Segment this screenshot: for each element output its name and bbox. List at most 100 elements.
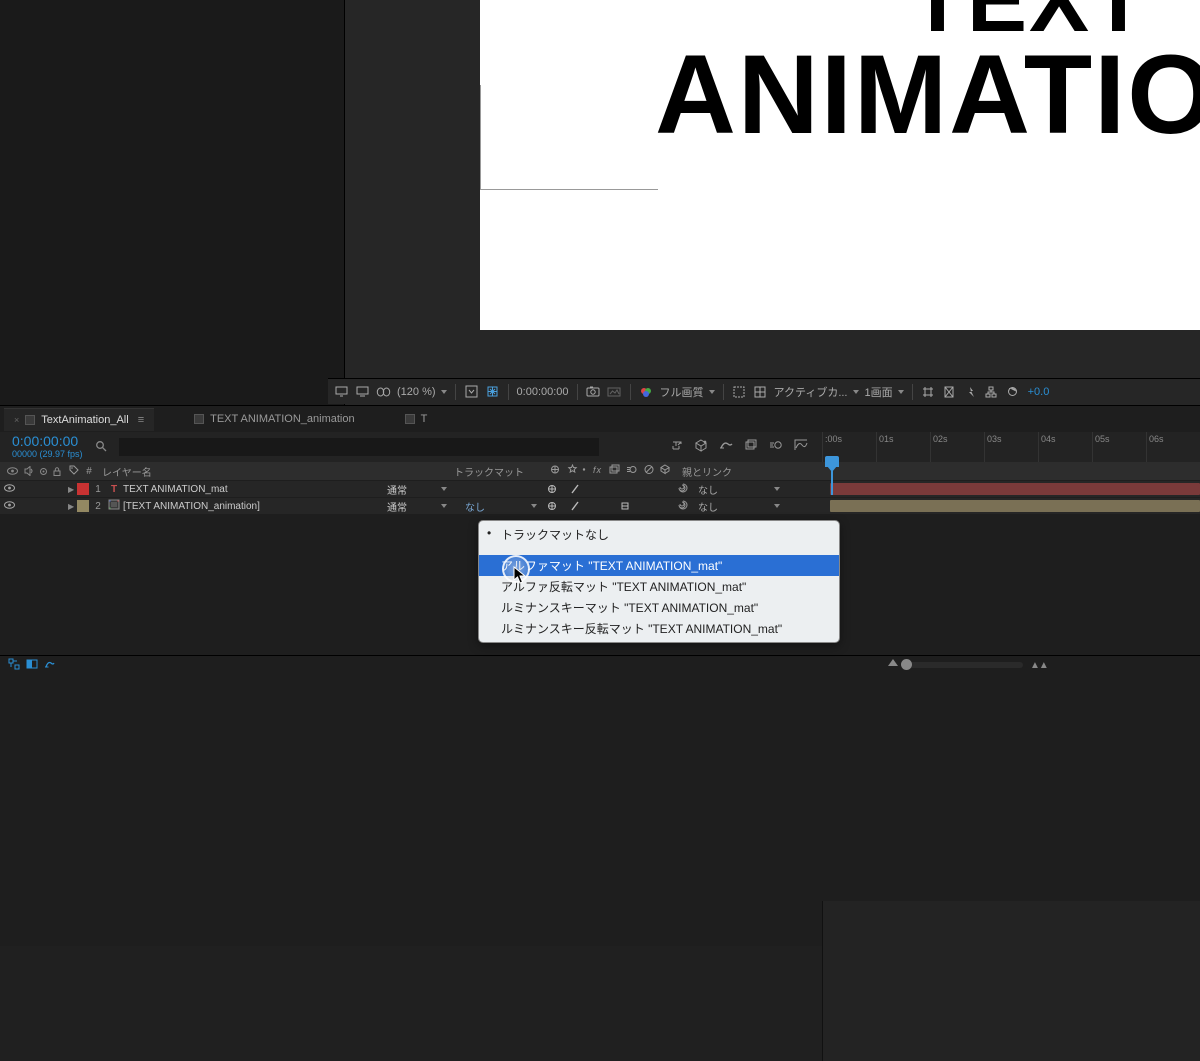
transparency-grid-icon[interactable] bbox=[485, 384, 500, 399]
timecode[interactable]: 0:00:00:00 bbox=[12, 434, 83, 449]
lock-col-icon bbox=[53, 467, 61, 476]
zoom-mountain-icon[interactable]: ▲▲ bbox=[1030, 660, 1048, 671]
tab-label: TEXT ANIMATION_animation bbox=[210, 413, 354, 425]
label-color[interactable] bbox=[77, 483, 89, 495]
expand-chevron-icon[interactable]: ▶ bbox=[68, 502, 77, 511]
preview-text-2: ANIMATION bbox=[655, 30, 1200, 159]
layer-name[interactable]: TEXT ANIMATION_mat bbox=[121, 484, 383, 495]
parent-dropdown[interactable]: なし bbox=[694, 499, 784, 514]
tab-textanimation-all[interactable]: × TextAnimation_All ≡ bbox=[4, 408, 154, 431]
menu-item-alpha[interactable]: アルファマット "TEXT ANIMATION_mat" bbox=[479, 555, 839, 576]
camera-dropdown[interactable]: アクティブカ... bbox=[774, 384, 859, 400]
flowchart-icon[interactable] bbox=[984, 384, 999, 399]
parent-header[interactable]: 親とリンク bbox=[682, 464, 822, 479]
tab-text-animation-anim[interactable]: TEXT ANIMATION_animation bbox=[184, 408, 364, 430]
bottom-toolbar: ▲▲ bbox=[0, 655, 1200, 675]
zoom-dropdown[interactable]: (120 %) bbox=[397, 386, 447, 398]
graph-editor-icon[interactable] bbox=[793, 439, 808, 456]
pixel-aspect-icon[interactable] bbox=[942, 384, 957, 399]
trackmatte-dropdown[interactable]: なし bbox=[461, 499, 541, 514]
menu-item-none[interactable]: トラックマットなし bbox=[479, 524, 839, 545]
blend-mode-dropdown[interactable]: 通常 bbox=[383, 499, 451, 514]
menu-item-luma-inv[interactable]: ルミナンスキー反転マット "TEXT ANIMATION_mat" bbox=[479, 618, 839, 639]
layer-name[interactable]: [TEXT ANIMATION_animation] bbox=[121, 501, 383, 512]
region-icon[interactable] bbox=[732, 384, 747, 399]
guide-icon[interactable] bbox=[921, 384, 936, 399]
trackmatte-menu: トラックマットなし アルファマット "TEXT ANIMATION_mat" ア… bbox=[478, 520, 840, 643]
ruler-tick: :00s bbox=[822, 432, 876, 462]
tab-label: T bbox=[421, 413, 428, 425]
time-ruler[interactable]: :00s 01s 02s 03s 04s 05s 06s bbox=[822, 432, 1200, 462]
timeline-track-area[interactable] bbox=[822, 901, 1200, 1061]
grid-icon[interactable] bbox=[753, 384, 768, 399]
label-color[interactable] bbox=[77, 500, 89, 512]
mask-toggle-icon[interactable] bbox=[376, 384, 391, 399]
tab-t[interactable]: T bbox=[395, 408, 438, 430]
pickwhip-icon[interactable] bbox=[677, 499, 690, 514]
visibility-toggle[interactable] bbox=[4, 501, 16, 512]
comp-mini-flow-icon[interactable] bbox=[668, 439, 683, 456]
label-header-icon[interactable] bbox=[68, 465, 80, 478]
ruler-tick: 06s bbox=[1146, 432, 1200, 462]
solo-col-icon bbox=[40, 468, 47, 475]
toggle-switches-icon[interactable] bbox=[8, 658, 20, 673]
render-queue-icon[interactable] bbox=[26, 658, 38, 673]
left-side-panel bbox=[0, 0, 345, 405]
frameblend-stack-icon[interactable] bbox=[743, 439, 758, 456]
expand-chevron-icon[interactable]: ▶ bbox=[68, 485, 77, 494]
audio-col-icon bbox=[24, 466, 33, 476]
menu-item-luma[interactable]: ルミナンスキーマット "TEXT ANIMATION_mat" bbox=[479, 597, 839, 618]
preview-panel: TEXT ANIMATION (120 %) 0:00:00:00 フル画質 ア… bbox=[0, 0, 1200, 405]
search-input[interactable] bbox=[119, 438, 599, 456]
channel-icon[interactable] bbox=[639, 384, 654, 399]
display-icon[interactable] bbox=[334, 384, 349, 399]
layer-row-1[interactable]: ▶ 1 T TEXT ANIMATION_mat 通常 なし bbox=[0, 480, 1200, 497]
layer-bar[interactable] bbox=[830, 483, 1200, 495]
quality-dropdown[interactable]: フル画質 bbox=[660, 384, 715, 400]
layer-bar[interactable] bbox=[830, 500, 1200, 512]
layername-header[interactable]: レイヤー名 bbox=[98, 464, 376, 479]
text-frame-guide bbox=[480, 85, 658, 190]
svg-text:fx: fx bbox=[593, 465, 602, 475]
zoom-knob[interactable] bbox=[901, 659, 912, 670]
layer-row-2[interactable]: ▶ 2 [TEXT ANIMATION_animation] 通常 なし なし bbox=[0, 497, 1200, 514]
parent-dropdown[interactable]: なし bbox=[694, 482, 784, 497]
pickwhip-icon[interactable] bbox=[677, 482, 690, 497]
visibility-toggle[interactable] bbox=[4, 484, 16, 495]
timeline-navigator[interactable]: ▲▲ bbox=[55, 656, 1200, 675]
time-row: 0:00:00:00 00000 (29.97 fps) :00s 01s 02… bbox=[0, 432, 1200, 462]
exposure-value[interactable]: +0.0 bbox=[1028, 386, 1050, 398]
views-label: 1画面 bbox=[865, 384, 893, 400]
viewer-time[interactable]: 0:00:00:00 bbox=[517, 386, 569, 398]
menu-item-alpha-inv[interactable]: アルファ反転マット "TEXT ANIMATION_mat" bbox=[479, 576, 839, 597]
layer-number: 2 bbox=[89, 501, 107, 512]
motion-blur-icon[interactable] bbox=[768, 439, 783, 456]
resolution-down-icon[interactable] bbox=[464, 384, 479, 399]
draft-3d-icon[interactable] bbox=[693, 439, 708, 456]
comp-icon bbox=[25, 415, 35, 425]
navigator-marker[interactable] bbox=[888, 659, 898, 666]
layer-switches[interactable] bbox=[541, 484, 677, 494]
ruler-tick: 04s bbox=[1038, 432, 1092, 462]
blend-mode-dropdown[interactable]: 通常 bbox=[383, 482, 451, 497]
comp-icon bbox=[405, 414, 415, 424]
zoom-slider[interactable] bbox=[903, 662, 1023, 668]
show-snapshot-icon[interactable] bbox=[607, 384, 622, 399]
search-icon[interactable] bbox=[95, 440, 107, 455]
views-dropdown[interactable]: 1画面 bbox=[865, 384, 904, 400]
text-layer-icon: T bbox=[107, 484, 121, 495]
exposure-reset-icon[interactable] bbox=[1005, 384, 1020, 399]
monitor-icon[interactable] bbox=[355, 384, 370, 399]
toggle-modes-icon[interactable] bbox=[44, 658, 55, 673]
shy-icon[interactable] bbox=[718, 439, 733, 456]
snapshot-icon[interactable] bbox=[586, 384, 601, 399]
frame-info: 00000 (29.97 fps) bbox=[12, 450, 83, 460]
tab-menu-icon[interactable]: ≡ bbox=[138, 414, 144, 426]
layer-switches[interactable] bbox=[541, 501, 677, 511]
fast-preview-icon[interactable] bbox=[963, 384, 978, 399]
close-icon[interactable]: × bbox=[14, 415, 19, 425]
quality-label: フル画質 bbox=[660, 384, 704, 400]
ruler-tick: 05s bbox=[1092, 432, 1146, 462]
tabs-bar: × TextAnimation_All ≡ TEXT ANIMATION_ani… bbox=[0, 406, 1200, 432]
trackmatte-header[interactable]: トラックマット bbox=[454, 464, 546, 479]
